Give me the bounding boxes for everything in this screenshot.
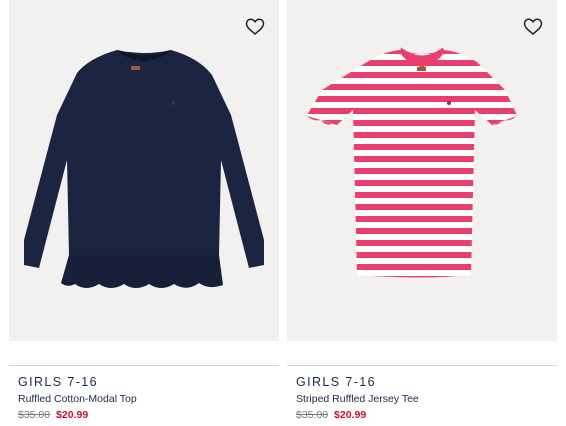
- product-category: GIRLS 7-16: [18, 375, 99, 389]
- sale-price: $20.99: [334, 409, 367, 421]
- divider: [9, 365, 279, 366]
- original-price: $35.00: [296, 409, 329, 421]
- product-image[interactable]: [287, 0, 557, 341]
- divider: [287, 365, 557, 366]
- product-card[interactable]: GIRLS 7-16 Striped Ruffled Jersey Tee $3…: [287, 0, 557, 426]
- heart-outline-icon: [523, 18, 543, 35]
- price-row: $35.00 $20.99: [296, 409, 366, 421]
- product-name-link[interactable]: Striped Ruffled Jersey Tee: [296, 393, 419, 405]
- striped-ruffled-tee-image: [305, 47, 519, 278]
- product-card[interactable]: GIRLS 7-16 Ruffled Cotton-Modal Top $35.…: [9, 0, 279, 426]
- favorite-button[interactable]: [523, 18, 543, 36]
- price-row: $35.00 $20.99: [18, 409, 88, 421]
- product-category: GIRLS 7-16: [296, 375, 377, 389]
- product-image[interactable]: [9, 0, 279, 341]
- original-price: $35.00: [18, 409, 51, 421]
- favorite-button[interactable]: [245, 18, 265, 36]
- navy-ruffled-top-image: [24, 50, 264, 288]
- sale-price: $20.99: [56, 409, 89, 421]
- heart-outline-icon: [245, 18, 265, 35]
- product-name-link[interactable]: Ruffled Cotton-Modal Top: [18, 393, 137, 405]
